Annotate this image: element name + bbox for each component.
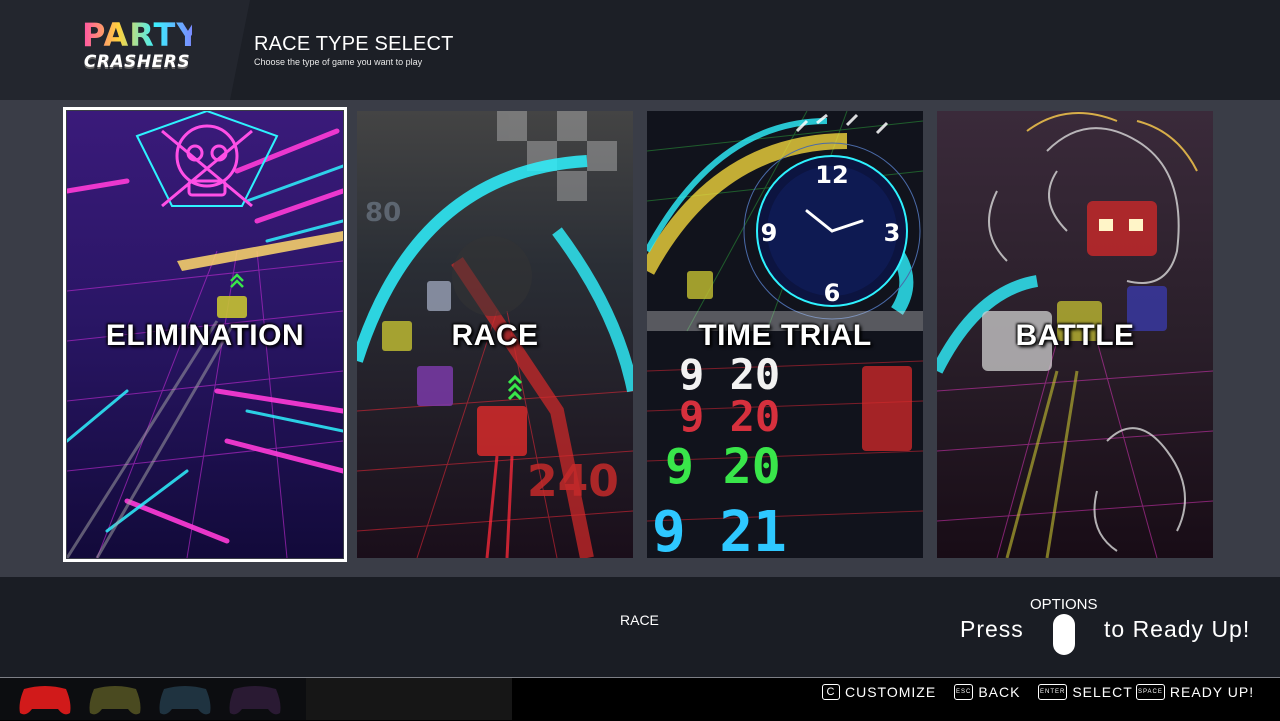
mode-card-time-trial[interactable]: 12 3 6 9 9 20 9 20 9 20 9 21 TIME TRIAL — [647, 111, 923, 558]
time-readout-green: 9 20 — [665, 439, 781, 495]
hint-label: BACK — [978, 684, 1021, 700]
hint-label: CUSTOMIZE — [845, 684, 937, 700]
clock-number: 12 — [815, 161, 848, 189]
hint-back[interactable]: ESC BACK — [954, 684, 1020, 700]
mode-card-elimination[interactable]: ELIMINATION — [63, 107, 347, 562]
controller-icon-player-1 — [19, 686, 71, 715]
hint-label: SELECT — [1072, 684, 1133, 700]
controller-icon-player-3 — [159, 686, 211, 715]
mode-card-battle[interactable]: BATTLE — [937, 111, 1213, 558]
ready-prompt-suffix: to Ready Up! — [1104, 616, 1251, 642]
logo-crashers-text: CRASHERS — [83, 52, 191, 72]
card-label: ELIMINATION — [105, 319, 305, 352]
time-readout-red: 9 20 — [679, 392, 780, 441]
hint-customize[interactable]: C CUSTOMIZE — [822, 684, 936, 700]
clock-number: 6 — [824, 279, 841, 307]
page-title: RACE TYPE SELECT — [254, 33, 454, 55]
selected-mode-name: RACE — [620, 612, 659, 628]
key-esc-icon: ESC — [954, 684, 974, 700]
page-subtitle: Choose the type of game you want to play — [254, 57, 423, 67]
options-label: OPTIONS — [1030, 596, 1098, 613]
controller-icon-player-4 — [229, 686, 281, 715]
options-button-icon — [1053, 614, 1075, 655]
key-enter-icon: ENTER — [1038, 684, 1068, 700]
hint-label: READY UP! — [1169, 684, 1255, 700]
card-label: BATTLE — [1015, 319, 1135, 352]
time-readout-blue: 9 21 — [652, 500, 787, 558]
controller-slots-extra — [306, 678, 512, 720]
key-space-icon: SPACE — [1136, 684, 1165, 700]
speedometer-reading: 240 — [527, 456, 619, 507]
game-logo: PARTY CRASHERS — [82, 16, 201, 72]
hint-select[interactable]: ENTER SELECT — [1038, 684, 1133, 700]
clock-number: 9 — [761, 219, 778, 247]
ready-prompt-prefix: Press — [960, 616, 1024, 642]
card-label: TIME TRIAL — [698, 319, 872, 352]
logo-party-text: PARTY — [82, 16, 201, 54]
speed-mark: 80 — [365, 198, 401, 228]
mode-card-race[interactable]: 240 80 RACE — [357, 111, 633, 558]
card-label: RACE — [451, 319, 539, 352]
hint-ready-up[interactable]: SPACE READY UP! — [1136, 684, 1254, 700]
controller-icon-player-2 — [89, 686, 141, 715]
key-c-icon: C — [822, 684, 840, 700]
clock-number: 3 — [884, 219, 901, 247]
